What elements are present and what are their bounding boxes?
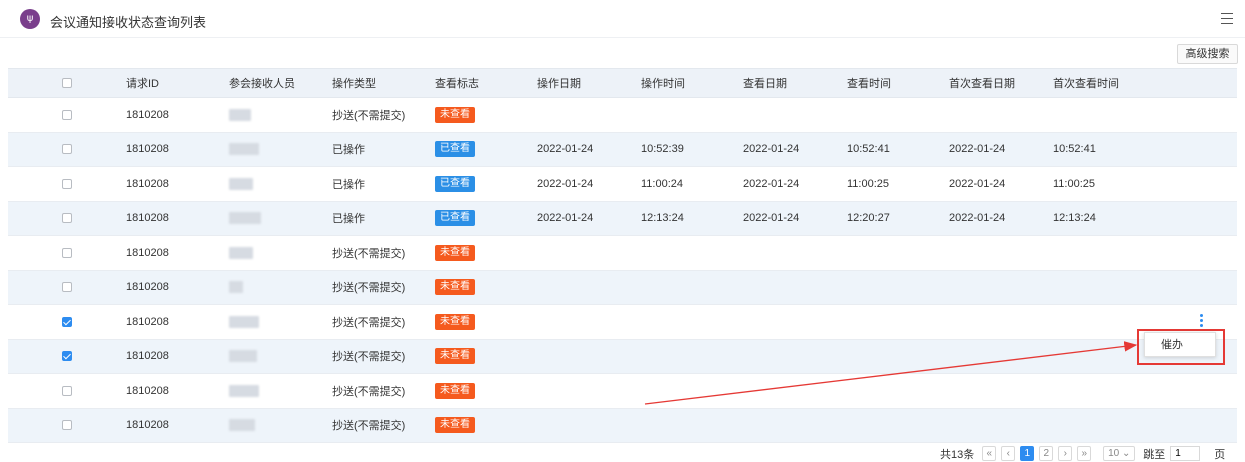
pagination: 共13条 « ‹ 1 2 › » 10 ⌄ 跳至 页 — [940, 445, 1225, 462]
first-page-button[interactable]: « — [982, 446, 997, 461]
page-suffix: 页 — [1214, 448, 1226, 461]
page-size-select[interactable]: 10 ⌄ — [1103, 446, 1136, 461]
page-size-value: 10 — [1108, 448, 1120, 459]
urge-menu-item[interactable]: 催办 — [1144, 332, 1216, 357]
next-page-button[interactable]: › — [1058, 446, 1073, 461]
last-page-button[interactable]: » — [1077, 446, 1092, 461]
annotation-arrow — [644, 341, 1138, 405]
jump-label: 跳至 — [1143, 448, 1166, 461]
total-count: 共13条 — [940, 448, 975, 461]
page-1-button[interactable]: 1 — [1020, 446, 1035, 461]
prev-page-button[interactable]: ‹ — [1001, 446, 1016, 461]
jump-page-input[interactable] — [1170, 446, 1201, 461]
page-2-button[interactable]: 2 — [1039, 446, 1054, 461]
